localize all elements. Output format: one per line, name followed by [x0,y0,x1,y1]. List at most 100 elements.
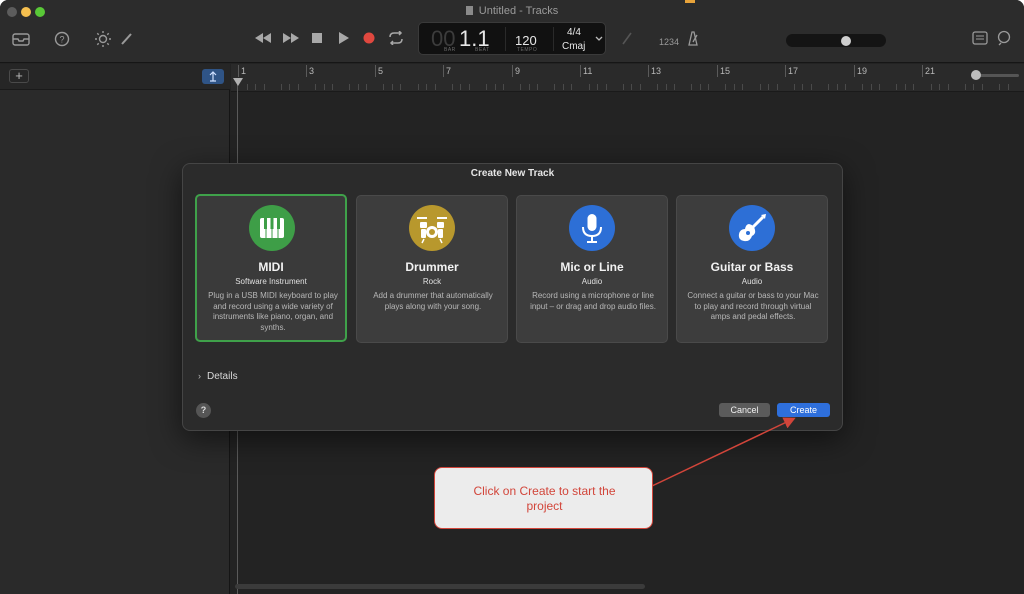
notepad-icon[interactable] [972,31,988,45]
ruler-beat-tick [828,84,829,90]
ruler[interactable]: 1 3 5 7 9 11 13 15 17 19 21 [231,64,1024,92]
ruler-bar-number: 7 [446,66,452,76]
ruler-beat-tick [939,84,940,90]
ruler-beat-tick [700,84,701,90]
ruler-beat-tick [913,84,914,90]
cycle-icon[interactable] [388,31,404,45]
ruler-beat-tick [315,84,316,90]
ruler-beat-tick [264,84,265,90]
window-title-text: Untitled - Tracks [478,5,559,17]
ruler-beat-tick [606,84,607,90]
lcd-beat-label: BEAT [475,47,490,53]
editors-icon[interactable] [120,31,134,46]
lcd-tempo[interactable]: 120 [515,33,537,48]
ruler-beat-tick [255,84,256,90]
play-icon[interactable] [338,32,350,44]
ruler-beat-tick [871,84,872,90]
ruler-beat-tick [392,84,393,90]
ruler-beat-tick [931,84,932,90]
ruler-beat-tick [366,84,367,90]
details-disclosure[interactable]: › Details [198,371,238,382]
ruler-bar-tick [648,65,649,77]
ruler-beat-tick [965,84,966,90]
track-type-guitar-or-bass-card[interactable]: Guitar or Bass Audio Connect a guitar or… [676,195,828,343]
dialog-title: Create New Track [470,168,555,179]
ruler-beat-tick [742,84,743,90]
stop-icon[interactable] [312,33,322,43]
chevron-down-icon[interactable] [595,36,603,42]
ruler-bar-tick [580,65,581,77]
master-volume-slider[interactable] [786,34,886,47]
ruler-bar-tick [854,65,855,77]
zoom-knob[interactable] [971,70,981,80]
add-track-button[interactable]: + [9,69,29,83]
loop-browser-icon[interactable] [996,30,1012,46]
ruler-beat-tick [905,84,906,90]
card-subtitle: Software Instrument [235,277,307,286]
ruler-bar-tick [306,65,307,77]
lcd-bar-label: BAR [444,47,456,53]
ruler-beat-tick [597,84,598,90]
library-icon[interactable] [12,31,30,46]
card-title: Mic or Line [560,260,624,274]
playhead-handle[interactable] [233,78,243,86]
lcd-display[interactable]: 00 1.1 BAR BEAT 120 TEMPO 4/4 Cmaj [418,22,606,55]
metronome-icon[interactable] [686,31,700,46]
help-button[interactable]: ? [196,403,211,418]
horizontal-scrollbar[interactable] [235,584,645,589]
card-title: Drummer [405,260,459,274]
create-button[interactable]: Create [777,403,830,417]
ruler-beat-tick [589,84,590,90]
ruler-beat-tick [640,84,641,90]
ruler-beat-tick [400,84,401,90]
ruler-beat-tick [666,84,667,90]
ruler-bar-tick [375,65,376,77]
rewind-icon[interactable] [254,32,272,44]
ruler-beat-tick [460,84,461,90]
card-subtitle: Audio [581,277,603,286]
track-type-mic-or-line-card[interactable]: Mic or Line Audio Record using a microph… [516,195,668,343]
ruler-bar-number: 13 [651,66,662,76]
ruler-beat-tick [708,84,709,90]
ruler-beat-tick [862,84,863,90]
svg-text:?: ? [59,35,64,45]
ruler-beat-tick [631,84,632,90]
lcd-key[interactable]: Cmaj [562,41,585,52]
garageband-window: Untitled - Tracks ? 00 1.1 BAR BEAT 120 … [0,0,1024,594]
cancel-button[interactable]: Cancel [719,403,770,417]
volume-knob[interactable] [841,36,851,46]
lcd-time-signature[interactable]: 4/4 [565,27,583,38]
track-header-bar: + [0,64,230,90]
ruler-beat-tick [520,84,521,90]
ruler-bar-tick [443,65,444,77]
record-icon[interactable] [363,32,375,44]
ruler-beat-tick [495,84,496,90]
smart-tempo-button[interactable] [202,69,224,84]
card-subtitle: Rock [422,277,442,286]
ruler-bar-tick [922,65,923,77]
tuner-icon[interactable] [620,31,634,46]
ruler-bar-number: 19 [857,66,868,76]
ruler-beat-tick [674,84,675,90]
ruler-bar-tick [717,65,718,77]
forward-icon[interactable] [282,32,300,44]
ruler-beat-tick [383,84,384,90]
track-type-drummer-card[interactable]: Drummer Rock Add a drummer that automati… [356,195,508,343]
title-toolbar: Untitled - Tracks ? 00 1.1 BAR BEAT 120 … [0,0,1024,63]
help-icon[interactable]: ? [54,31,70,47]
count-in-icon[interactable]: 1234 [659,34,679,50]
smart-tempo-icon [209,71,217,82]
ruler-beat-tick [725,84,726,90]
smart-controls-icon[interactable] [94,30,112,48]
ruler-beat-tick [486,84,487,90]
ruler-beat-tick [1008,84,1009,90]
card-description: Record using a microphone or line input … [530,291,656,311]
ruler-beat-tick [623,84,624,90]
ruler-bar-number: 9 [515,66,521,76]
ruler-beat-tick [349,84,350,90]
ruler-beat-tick [879,84,880,90]
menu-bar-edge [685,0,695,3]
track-type-midi-card[interactable]: MIDI Software Instrument Plug in a USB M… [195,194,347,342]
card-subtitle: Audio [741,277,763,286]
ruler-beat-tick [657,84,658,90]
